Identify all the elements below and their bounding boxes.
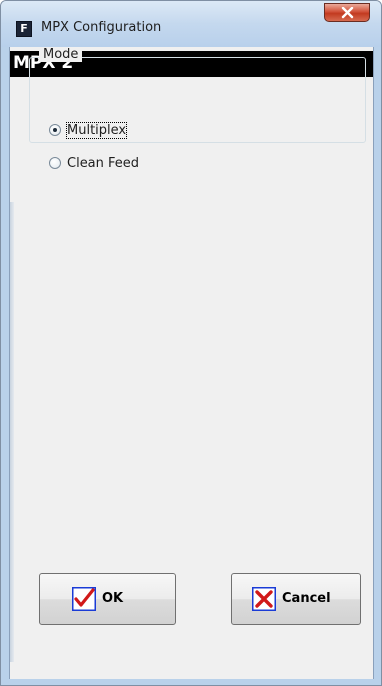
- cancel-button[interactable]: Cancel: [231, 573, 361, 625]
- title-bar[interactable]: F MPX Configuration: [1, 1, 381, 47]
- side-edge: [10, 202, 14, 662]
- radio-clean-feed[interactable]: Clean Feed: [49, 154, 139, 172]
- mpx-configuration-window: F MPX Configuration MPX 2 Mode Multiplex…: [0, 0, 382, 686]
- cancel-button-label: Cancel: [282, 591, 331, 606]
- mode-group-label: Mode: [39, 47, 83, 62]
- app-icon: F: [16, 21, 32, 37]
- radio-button-clean-feed[interactable]: [49, 157, 61, 169]
- close-button[interactable]: [324, 3, 370, 22]
- ok-button[interactable]: OK: [39, 573, 176, 625]
- radio-label-clean-feed[interactable]: Clean Feed: [67, 156, 139, 171]
- radio-button-multiplex[interactable]: [49, 124, 61, 136]
- radio-multiplex[interactable]: Multiplex: [49, 121, 128, 139]
- radio-label-multiplex[interactable]: Multiplex: [65, 121, 128, 139]
- checkmark-icon: [72, 587, 96, 611]
- ok-button-label: OK: [102, 591, 124, 606]
- window-title: MPX Configuration: [41, 20, 162, 35]
- close-icon: [341, 7, 354, 19]
- x-cross-icon: [252, 587, 276, 611]
